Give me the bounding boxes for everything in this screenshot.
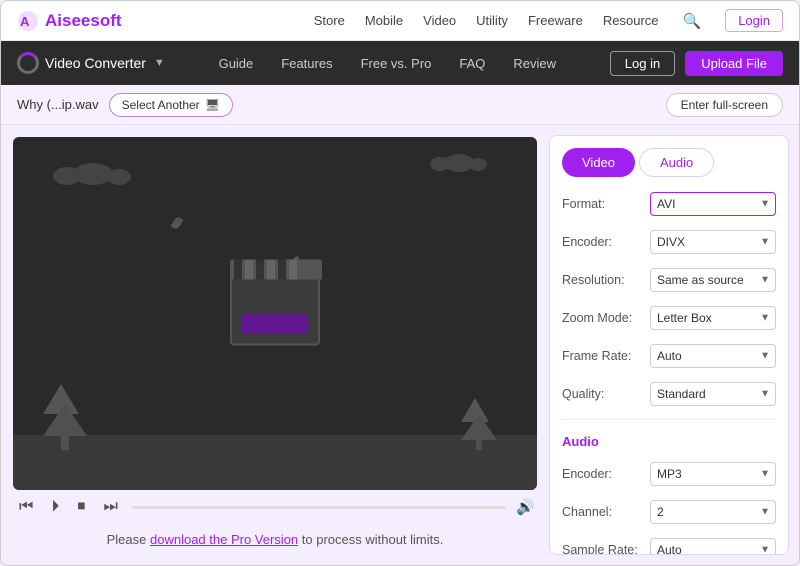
sub-nav-links: Guide Features Free vs. Pro FAQ Review [219, 56, 556, 71]
zoom-label: Zoom Mode: [562, 311, 642, 325]
dropdown-arrow-icon[interactable]: ▼ [154, 57, 165, 69]
divider [562, 419, 776, 420]
nav-mobile[interactable]: Mobile [365, 13, 403, 28]
sample-rate-select-wrap: Auto ▼ [650, 538, 776, 555]
subnav-faq[interactable]: FAQ [459, 56, 485, 71]
resolution-row: Resolution: Same as source ▼ [562, 265, 776, 295]
file-label: Why (...ip.wav [17, 97, 99, 112]
sub-nav-right: Log in Upload File [610, 51, 783, 76]
log-in-button[interactable]: Log in [610, 51, 675, 76]
enter-fullscreen-button[interactable]: Enter full-screen [666, 93, 783, 117]
format-row: Format: AVI ▼ [562, 189, 776, 219]
logo-icon: A [17, 10, 39, 32]
upload-file-button[interactable]: Upload File [685, 51, 783, 76]
format-select-wrap: AVI ▼ [650, 192, 776, 216]
video-panel: ⏮ ⏵ ⏹ ⏭ 🔊 Please download the Pro Versio… [1, 125, 549, 565]
bottom-text: Please [107, 532, 150, 547]
framerate-row: Frame Rate: Auto ▼ [562, 341, 776, 371]
quality-label: Quality: [562, 387, 642, 401]
search-icon[interactable]: 🔍 [679, 12, 706, 30]
main-content: ⏮ ⏵ ⏹ ⏭ 🔊 Please download the Pro Versio… [1, 125, 799, 565]
toolbar-left: Why (...ip.wav Select Another 🖥 [17, 93, 233, 117]
subnav-features[interactable]: Features [281, 56, 332, 71]
audio-encoder-select-wrap: MP3 ▼ [650, 462, 776, 486]
toolbar: Why (...ip.wav Select Another 🖥 Enter fu… [1, 85, 799, 125]
select-another-label: Select Another [122, 98, 200, 112]
tab-audio[interactable]: Audio [639, 148, 714, 177]
nav-utility[interactable]: Utility [476, 13, 508, 28]
audio-encoder-label: Encoder: [562, 467, 642, 481]
volume-icon[interactable]: 🔊 [516, 498, 535, 516]
zoom-select[interactable]: Letter Box [650, 306, 776, 330]
quality-select[interactable]: Standard [650, 382, 776, 406]
bottom-bar: Please download the Pro Version to proce… [13, 524, 537, 557]
top-nav-links: Store Mobile Video Utility Freeware Reso… [314, 9, 783, 32]
resolution-label: Resolution: [562, 273, 642, 287]
sub-nav: Video Converter ▼ Guide Features Free vs… [1, 41, 799, 85]
encoder-label: Encoder: [562, 235, 642, 249]
tab-video[interactable]: Video [562, 148, 635, 177]
sample-rate-row: Sample Rate: Auto ▼ [562, 535, 776, 555]
encoder-row: Encoder: DIVX ▼ [562, 227, 776, 257]
channel-label: Channel: [562, 505, 642, 519]
sample-rate-label: Sample Rate: [562, 543, 642, 555]
framerate-select[interactable]: Auto [650, 344, 776, 368]
zoom-select-wrap: Letter Box ▼ [650, 306, 776, 330]
subnav-guide[interactable]: Guide [219, 56, 254, 71]
progress-bar[interactable] [132, 506, 506, 509]
encoder-select-wrap: DIVX ▼ [650, 230, 776, 254]
channel-select[interactable]: 2 [650, 500, 776, 524]
quality-select-wrap: Standard ▼ [650, 382, 776, 406]
svg-text:A: A [20, 14, 30, 29]
top-nav: A Aiseesoft Store Mobile Video Utility F… [1, 1, 799, 41]
settings-panel: Video Audio Format: AVI ▼ Encoder: DIV [549, 135, 789, 555]
resolution-select-wrap: Same as source ▼ [650, 268, 776, 292]
download-pro-link[interactable]: download the Pro Version [150, 532, 298, 547]
video-controls: ⏮ ⏵ ⏹ ⏭ 🔊 [13, 490, 537, 524]
framerate-label: Frame Rate: [562, 349, 642, 363]
logo: A Aiseesoft [17, 10, 122, 32]
channel-select-wrap: 2 ▼ [650, 500, 776, 524]
framerate-select-wrap: Auto ▼ [650, 344, 776, 368]
format-label: Format: [562, 197, 642, 211]
encoder-select[interactable]: DIVX [650, 230, 776, 254]
login-button[interactable]: Login [725, 9, 783, 32]
sub-nav-left: Video Converter ▼ [17, 52, 165, 74]
audio-encoder-select[interactable]: MP3 [650, 462, 776, 486]
skip-forward-button[interactable]: ⏭ [99, 496, 121, 518]
select-another-button[interactable]: Select Another 🖥 [109, 93, 233, 117]
subnav-review[interactable]: Review [513, 56, 556, 71]
zoom-row: Zoom Mode: Letter Box ▼ [562, 303, 776, 333]
nav-freeware[interactable]: Freeware [528, 13, 583, 28]
sample-rate-select[interactable]: Auto [650, 538, 776, 555]
nav-store[interactable]: Store [314, 13, 345, 28]
spinner-icon [17, 52, 39, 74]
app-name: Video Converter [45, 55, 146, 71]
resolution-select[interactable]: Same as source [650, 268, 776, 292]
format-select[interactable]: AVI [650, 192, 776, 216]
bottom-suffix: to process without limits. [298, 532, 443, 547]
stop-button[interactable]: ⏹ [73, 496, 89, 518]
skip-back-button[interactable]: ⏮ [15, 496, 37, 518]
audio-encoder-row: Encoder: MP3 ▼ [562, 459, 776, 489]
nav-resource[interactable]: Resource [603, 13, 659, 28]
logo-text: Aiseesoft [45, 11, 122, 31]
play-button[interactable]: ⏵ [47, 496, 63, 518]
subnav-freevspro[interactable]: Free vs. Pro [361, 56, 432, 71]
video-preview [13, 137, 537, 490]
channel-row: Channel: 2 ▼ [562, 497, 776, 527]
audio-section-label: Audio [562, 430, 776, 451]
nav-video[interactable]: Video [423, 13, 456, 28]
monitor-icon: 🖥 [205, 98, 220, 112]
tab-row: Video Audio [562, 148, 776, 177]
quality-row: Quality: Standard ▼ [562, 379, 776, 409]
